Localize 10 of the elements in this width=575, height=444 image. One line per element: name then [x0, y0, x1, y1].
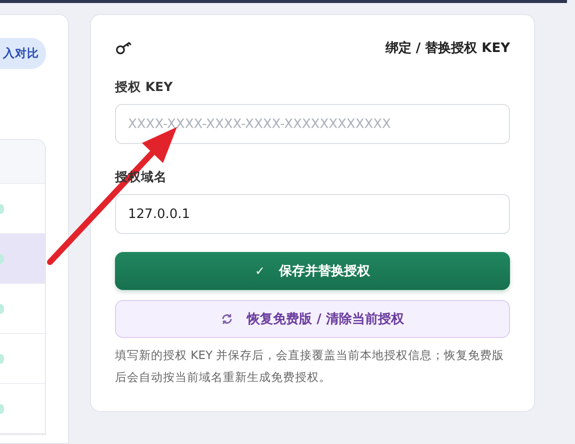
help-text: 填写新的授权 KEY 并保存后，会直接覆盖当前本地授权信息；恢复免费版后会自动按当前域名重新生成免费授权。 [115, 347, 506, 386]
table-row[interactable] [0, 234, 45, 284]
input-field[interactable]: XXXX-XXXX-XXXX-XXXX-XXXXXXXXXXXX [115, 104, 510, 144]
refresh-icon [221, 313, 234, 325]
card-title: 绑定 / 替换授权 KEY [385, 40, 510, 57]
input-field[interactable]: 127.0.0.1 [115, 194, 510, 234]
field-label: 授权 KEY [115, 79, 173, 96]
compare-button[interactable]: 入对比 [0, 38, 46, 69]
restore-button[interactable]: 恢复免费版 / 清除当前授权 [115, 300, 510, 338]
save-button[interactable]: ✓ 保存并替换授权 [115, 252, 510, 290]
